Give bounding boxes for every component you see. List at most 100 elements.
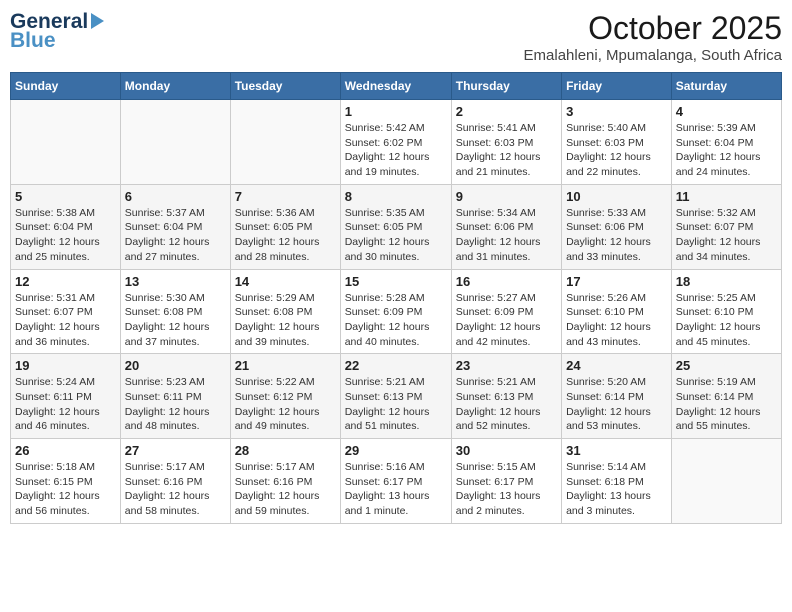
weekday-header-wednesday: Wednesday <box>340 73 451 100</box>
calendar-cell: 12 Sunrise: 5:31 AM Sunset: 6:07 PM Dayli… <box>11 269 121 354</box>
calendar-week-3: 12 Sunrise: 5:31 AM Sunset: 6:07 PM Dayli… <box>11 269 782 354</box>
calendar-cell: 16 Sunrise: 5:27 AM Sunset: 6:09 PM Dayli… <box>451 269 561 354</box>
day-number: 12 <box>15 274 116 289</box>
day-number: 29 <box>345 443 447 458</box>
calendar-cell: 21 Sunrise: 5:22 AM Sunset: 6:12 PM Dayli… <box>230 354 340 439</box>
calendar-week-2: 5 Sunrise: 5:38 AM Sunset: 6:04 PM Daylig… <box>11 184 782 269</box>
day-info: Sunrise: 5:20 AM Sunset: 6:14 PM Dayligh… <box>566 375 667 434</box>
day-number: 25 <box>676 358 777 373</box>
calendar-cell: 11 Sunrise: 5:32 AM Sunset: 6:07 PM Dayli… <box>671 184 781 269</box>
calendar-cell: 9 Sunrise: 5:34 AM Sunset: 6:06 PM Daylig… <box>451 184 561 269</box>
day-number: 21 <box>235 358 336 373</box>
day-info: Sunrise: 5:38 AM Sunset: 6:04 PM Dayligh… <box>15 206 116 265</box>
calendar-cell <box>11 100 121 185</box>
day-number: 2 <box>456 104 557 119</box>
day-number: 28 <box>235 443 336 458</box>
day-number: 22 <box>345 358 447 373</box>
day-number: 1 <box>345 104 447 119</box>
day-number: 4 <box>676 104 777 119</box>
day-number: 11 <box>676 189 777 204</box>
day-info: Sunrise: 5:22 AM Sunset: 6:12 PM Dayligh… <box>235 375 336 434</box>
day-number: 9 <box>456 189 557 204</box>
calendar-cell: 10 Sunrise: 5:33 AM Sunset: 6:06 PM Dayli… <box>562 184 672 269</box>
day-info: Sunrise: 5:18 AM Sunset: 6:15 PM Dayligh… <box>15 460 116 519</box>
day-info: Sunrise: 5:39 AM Sunset: 6:04 PM Dayligh… <box>676 121 777 180</box>
day-info: Sunrise: 5:29 AM Sunset: 6:08 PM Dayligh… <box>235 291 336 350</box>
day-info: Sunrise: 5:28 AM Sunset: 6:09 PM Dayligh… <box>345 291 447 350</box>
weekday-header-monday: Monday <box>120 73 230 100</box>
weekday-header-thursday: Thursday <box>451 73 561 100</box>
day-number: 10 <box>566 189 667 204</box>
day-info: Sunrise: 5:21 AM Sunset: 6:13 PM Dayligh… <box>345 375 447 434</box>
day-number: 14 <box>235 274 336 289</box>
day-info: Sunrise: 5:19 AM Sunset: 6:14 PM Dayligh… <box>676 375 777 434</box>
day-info: Sunrise: 5:37 AM Sunset: 6:04 PM Dayligh… <box>125 206 226 265</box>
calendar-week-1: 1 Sunrise: 5:42 AM Sunset: 6:02 PM Daylig… <box>11 100 782 185</box>
calendar-cell: 8Sunrise: 5:35 AM Sunset: 6:05 PM Daylig… <box>340 184 451 269</box>
calendar-cell <box>230 100 340 185</box>
day-info: Sunrise: 5:31 AM Sunset: 6:07 PM Dayligh… <box>15 291 116 350</box>
day-info: Sunrise: 5:25 AM Sunset: 6:10 PM Dayligh… <box>676 291 777 350</box>
day-number: 18 <box>676 274 777 289</box>
day-number: 23 <box>456 358 557 373</box>
logo-blue: Blue <box>10 29 104 52</box>
calendar-cell: 27Sunrise: 5:17 AM Sunset: 6:16 PM Dayli… <box>120 439 230 524</box>
logo: General Blue <box>10 10 104 52</box>
calendar-table: SundayMondayTuesdayWednesdayThursdayFrid… <box>10 72 782 524</box>
calendar-cell: 23 Sunrise: 5:21 AM Sunset: 6:13 PM Dayli… <box>451 354 561 439</box>
day-info: Sunrise: 5:14 AM Sunset: 6:18 PM Dayligh… <box>566 460 667 519</box>
calendar-cell: 2 Sunrise: 5:41 AM Sunset: 6:03 PM Daylig… <box>451 100 561 185</box>
calendar-cell <box>120 100 230 185</box>
day-info: Sunrise: 5:16 AM Sunset: 6:17 PM Dayligh… <box>345 460 447 519</box>
day-info: Sunrise: 5:24 AM Sunset: 6:11 PM Dayligh… <box>15 375 116 434</box>
calendar-cell: 17 Sunrise: 5:26 AM Sunset: 6:10 PM Dayli… <box>562 269 672 354</box>
calendar-cell: 15 Sunrise: 5:28 AM Sunset: 6:09 PM Dayli… <box>340 269 451 354</box>
day-number: 15 <box>345 274 447 289</box>
calendar-cell: 22 Sunrise: 5:21 AM Sunset: 6:13 PM Dayli… <box>340 354 451 439</box>
calendar-cell: 31 Sunrise: 5:14 AM Sunset: 6:18 PM Dayli… <box>562 439 672 524</box>
page-title: October 2025 <box>524 10 782 47</box>
day-info: Sunrise: 5:32 AM Sunset: 6:07 PM Dayligh… <box>676 206 777 265</box>
day-number: 6 <box>125 189 226 204</box>
day-info: Sunrise: 5:21 AM Sunset: 6:13 PM Dayligh… <box>456 375 557 434</box>
day-info: Sunrise: 5:33 AM Sunset: 6:06 PM Dayligh… <box>566 206 667 265</box>
day-number: 5 <box>15 189 116 204</box>
logo-arrow-icon <box>91 13 104 29</box>
day-info: Sunrise: 5:34 AM Sunset: 6:06 PM Dayligh… <box>456 206 557 265</box>
day-number: 26 <box>15 443 116 458</box>
day-number: 31 <box>566 443 667 458</box>
weekday-header-row: SundayMondayTuesdayWednesdayThursdayFrid… <box>11 73 782 100</box>
calendar-cell: 14 Sunrise: 5:29 AM Sunset: 6:08 PM Dayli… <box>230 269 340 354</box>
calendar-cell: 7Sunrise: 5:36 AM Sunset: 6:05 PM Daylig… <box>230 184 340 269</box>
calendar-cell: 1 Sunrise: 5:42 AM Sunset: 6:02 PM Daylig… <box>340 100 451 185</box>
day-info: Sunrise: 5:42 AM Sunset: 6:02 PM Dayligh… <box>345 121 447 180</box>
day-info: Sunrise: 5:27 AM Sunset: 6:09 PM Dayligh… <box>456 291 557 350</box>
calendar-cell: 5 Sunrise: 5:38 AM Sunset: 6:04 PM Daylig… <box>11 184 121 269</box>
day-number: 7 <box>235 189 336 204</box>
day-info: Sunrise: 5:41 AM Sunset: 6:03 PM Dayligh… <box>456 121 557 180</box>
day-number: 24 <box>566 358 667 373</box>
day-number: 3 <box>566 104 667 119</box>
calendar-cell: 20Sunrise: 5:23 AM Sunset: 6:11 PM Dayli… <box>120 354 230 439</box>
day-number: 17 <box>566 274 667 289</box>
calendar-cell: 3 Sunrise: 5:40 AM Sunset: 6:03 PM Daylig… <box>562 100 672 185</box>
day-number: 13 <box>125 274 226 289</box>
page-header: General Blue October 2025 Emalahleni, Mp… <box>10 10 782 64</box>
calendar-week-4: 19Sunrise: 5:24 AM Sunset: 6:11 PM Dayli… <box>11 354 782 439</box>
calendar-cell: 26 Sunrise: 5:18 AM Sunset: 6:15 PM Dayli… <box>11 439 121 524</box>
weekday-header-sunday: Sunday <box>11 73 121 100</box>
weekday-header-tuesday: Tuesday <box>230 73 340 100</box>
day-info: Sunrise: 5:15 AM Sunset: 6:17 PM Dayligh… <box>456 460 557 519</box>
day-info: Sunrise: 5:23 AM Sunset: 6:11 PM Dayligh… <box>125 375 226 434</box>
calendar-cell: 4 Sunrise: 5:39 AM Sunset: 6:04 PM Daylig… <box>671 100 781 185</box>
calendar-cell <box>671 439 781 524</box>
day-info: Sunrise: 5:40 AM Sunset: 6:03 PM Dayligh… <box>566 121 667 180</box>
day-info: Sunrise: 5:17 AM Sunset: 6:16 PM Dayligh… <box>125 460 226 519</box>
calendar-cell: 13Sunrise: 5:30 AM Sunset: 6:08 PM Dayli… <box>120 269 230 354</box>
weekday-header-saturday: Saturday <box>671 73 781 100</box>
day-number: 16 <box>456 274 557 289</box>
day-number: 8 <box>345 189 447 204</box>
day-info: Sunrise: 5:26 AM Sunset: 6:10 PM Dayligh… <box>566 291 667 350</box>
title-block: October 2025 Emalahleni, Mpumalanga, Sou… <box>524 10 782 64</box>
calendar-cell: 29 Sunrise: 5:16 AM Sunset: 6:17 PM Dayli… <box>340 439 451 524</box>
